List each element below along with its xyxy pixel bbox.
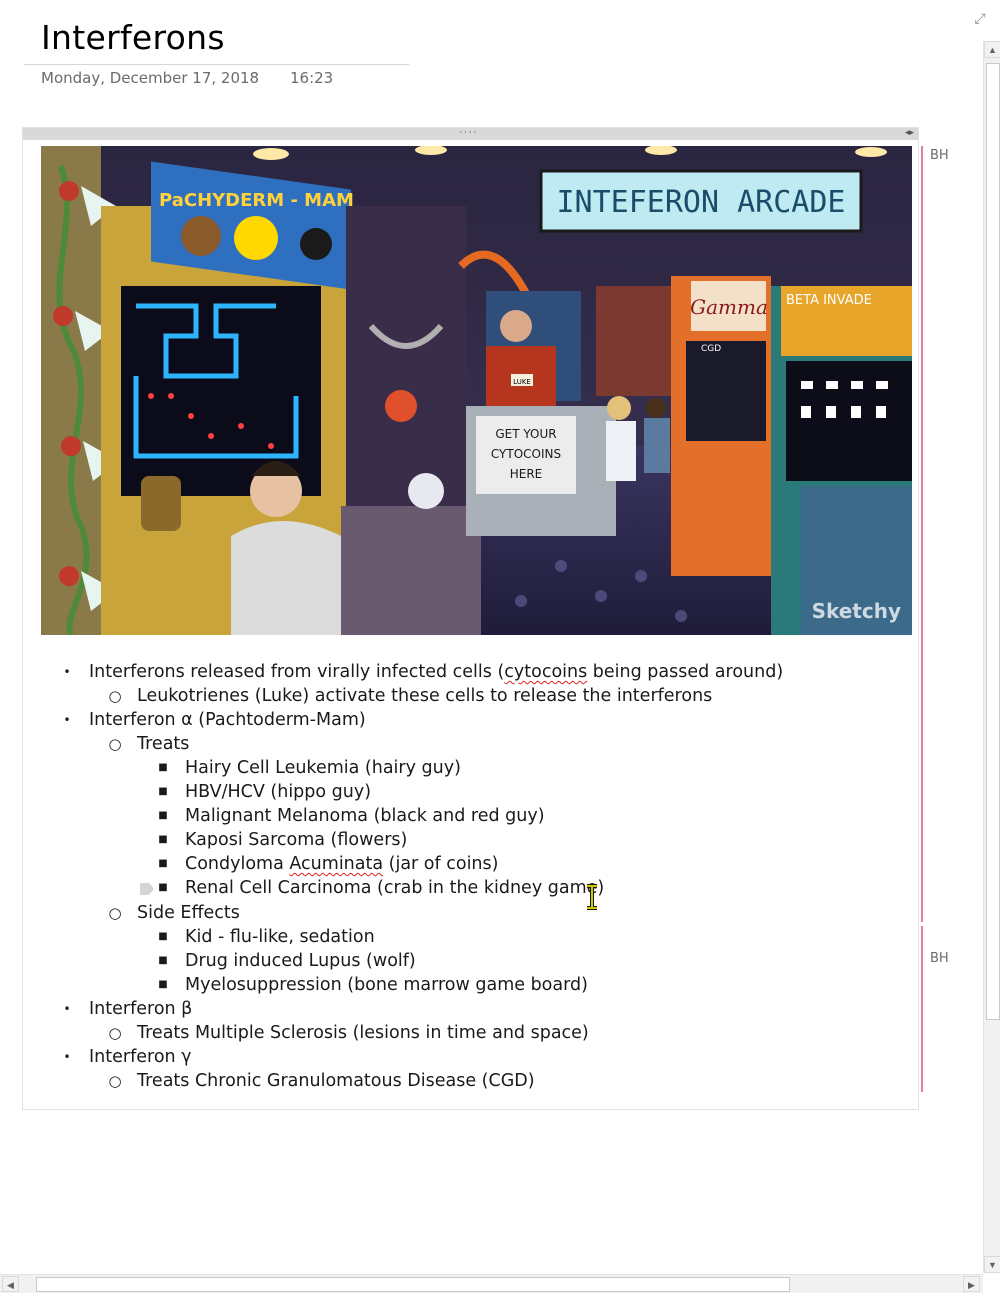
outline-item-level-3[interactable]: ■ Kid - flu-like, sedation bbox=[0, 925, 900, 949]
spelling-error-word[interactable]: Acuminata bbox=[289, 854, 383, 874]
outline-item-level-3[interactable]: ■ Myelosuppression (bone marrow game boar… bbox=[0, 973, 900, 997]
outline-item-level-1[interactable]: • Interferon β bbox=[0, 997, 900, 1021]
author-initials: BH bbox=[930, 148, 949, 163]
page-time: 16:23 bbox=[290, 69, 334, 87]
outline-text: Treats Chronic Granulomatous Disease (CG… bbox=[137, 1071, 535, 1091]
cabinet-right-text: BETA INVADE bbox=[786, 293, 872, 308]
resize-arrows-icon[interactable]: ◂▸ bbox=[905, 127, 914, 138]
bullet-icon: ■ bbox=[158, 834, 168, 845]
outline-text: Interferon γ bbox=[89, 1047, 192, 1067]
bullet-icon: ○ bbox=[108, 687, 122, 705]
outline-item-level-3[interactable]: ■ Malignant Melanoma (black and red guy) bbox=[0, 804, 900, 828]
gamma-logo-text: Gamma bbox=[690, 295, 768, 319]
text-cursor-icon bbox=[587, 884, 597, 910]
author-change-bar bbox=[921, 146, 923, 922]
bullet-icon: ■ bbox=[158, 979, 168, 990]
expand-icon[interactable]: ⤢ bbox=[972, 10, 988, 26]
outline-item-level-1[interactable]: • Interferon γ bbox=[0, 1045, 900, 1069]
arcade-illustration[interactable]: PaCHYDERM - MAM INTEFERON ARCADE LUKE GE… bbox=[41, 146, 912, 635]
outline-item-level-3[interactable]: ■ Kaposi Sarcoma (flowers) bbox=[0, 828, 900, 852]
bullet-icon: • bbox=[63, 1002, 71, 1016]
outline-item-level-3[interactable]: ■ Drug induced Lupus (wolf) bbox=[0, 949, 900, 973]
bullet-icon: ○ bbox=[108, 1072, 122, 1090]
sign-line-1: GET YOUR bbox=[495, 427, 556, 441]
paragraph-handle-icon[interactable] bbox=[139, 882, 155, 896]
horizontal-scroll-thumb[interactable] bbox=[36, 1277, 790, 1292]
outline-text: Leukotrienes (Luke) activate these cells… bbox=[137, 686, 713, 706]
author-change-bar bbox=[921, 926, 923, 1092]
outline-text: Side Effects bbox=[137, 903, 240, 923]
outline-text: Renal Cell Carcinoma (crab in the kidney… bbox=[185, 878, 605, 898]
outline-item-level-3[interactable]: ■ HBV/HCV (hippo guy) bbox=[0, 780, 900, 804]
outline-text: Interferon α (Pachtoderm-Mam) bbox=[89, 710, 366, 730]
bullet-icon: ■ bbox=[158, 931, 168, 942]
outline-text: Treats bbox=[137, 734, 190, 754]
vertical-scrollbar[interactable]: ▲ ▼ bbox=[983, 41, 1000, 1273]
bullet-icon: ○ bbox=[108, 904, 122, 922]
bullet-icon: ○ bbox=[108, 1024, 122, 1042]
outline-text: Interferons released from virally infect… bbox=[89, 662, 784, 682]
watermark-text: Sketchy bbox=[812, 599, 901, 623]
outline-text: Myelosuppression (bone marrow game board… bbox=[185, 975, 588, 995]
scroll-right-icon[interactable]: ▶ bbox=[963, 1276, 980, 1292]
outline-text: Kaposi Sarcoma (flowers) bbox=[185, 830, 408, 850]
outline-item-level-2[interactable]: ○ Side Effects bbox=[0, 901, 900, 925]
page-date: Monday, December 17, 2018 bbox=[41, 69, 260, 87]
outline-item-level-3[interactable]: ■ Condyloma Acuminata (jar of coins) bbox=[0, 852, 900, 876]
scroll-down-icon[interactable]: ▼ bbox=[984, 1256, 1000, 1273]
outline-text: Condyloma Acuminata (jar of coins) bbox=[185, 854, 499, 874]
author-initials: BH bbox=[930, 951, 949, 966]
outline-item-level-1[interactable]: • Interferons released from virally infec… bbox=[0, 660, 900, 684]
drag-handle-icon[interactable]: ···· bbox=[459, 126, 478, 138]
cgd-label-text: CGD bbox=[701, 344, 721, 354]
outline-text: Hairy Cell Leukemia (hairy guy) bbox=[185, 758, 461, 778]
outline-text: Treats Multiple Sclerosis (lesions in ti… bbox=[137, 1023, 589, 1043]
outline-text: Malignant Melanoma (black and red guy) bbox=[185, 806, 545, 826]
bullet-icon: ■ bbox=[158, 786, 168, 797]
name-tag-text: LUKE bbox=[513, 378, 531, 386]
outline-item-level-2[interactable]: ○ Treats Multiple Sclerosis (lesions in t… bbox=[0, 1021, 900, 1045]
bullet-icon: ○ bbox=[108, 735, 122, 753]
outline-text: HBV/HCV (hippo guy) bbox=[185, 782, 372, 802]
outline-text: Kid - flu-like, sedation bbox=[185, 927, 375, 947]
outline-item-level-1[interactable]: • Interferon α (Pachtoderm-Mam) bbox=[0, 708, 900, 732]
bullet-icon: ■ bbox=[158, 762, 168, 773]
scroll-left-icon[interactable]: ◀ bbox=[2, 1276, 19, 1292]
bullet-icon: ■ bbox=[158, 810, 168, 821]
sign-line-3: HERE bbox=[510, 467, 543, 481]
container-drag-bar[interactable]: ···· ◂▸ bbox=[23, 126, 918, 140]
outline-item-level-2[interactable]: ○ Leukotrienes (Luke) activate these cell… bbox=[0, 684, 900, 708]
outline-item-level-3[interactable]: ■ Hairy Cell Leukemia (hairy guy) bbox=[0, 756, 900, 780]
spelling-error-word[interactable]: cytocoins bbox=[504, 662, 587, 682]
outline-text: Interferon β bbox=[89, 999, 193, 1019]
game-title-text: PaCHYDERM - MAM bbox=[159, 190, 354, 211]
sign-line-2: CYTOCOINS bbox=[491, 447, 561, 461]
bullet-icon: ■ bbox=[158, 858, 168, 869]
scroll-up-icon[interactable]: ▲ bbox=[984, 41, 1000, 58]
vertical-scroll-thumb[interactable] bbox=[986, 63, 1000, 1020]
page-title[interactable]: Interferons bbox=[41, 18, 225, 57]
outline-item-level-3[interactable]: ■ Renal Cell Carcinoma (crab in the kidne… bbox=[0, 876, 900, 900]
bullet-icon: ■ bbox=[158, 955, 168, 966]
outline-item-level-2[interactable]: ○ Treats bbox=[0, 732, 900, 756]
horizontal-scrollbar[interactable]: ◀ ▶ bbox=[0, 1274, 983, 1293]
outline-item-level-2[interactable]: ○ Treats Chronic Granulomatous Disease (C… bbox=[0, 1069, 900, 1093]
outline-text: Drug induced Lupus (wolf) bbox=[185, 951, 416, 971]
bullet-icon: • bbox=[63, 665, 71, 679]
bullet-icon: • bbox=[63, 1050, 71, 1064]
banner-text: INTEFERON ARCADE bbox=[557, 185, 846, 220]
bullet-icon: • bbox=[63, 713, 71, 727]
bullet-icon: ■ bbox=[158, 882, 168, 893]
title-divider bbox=[24, 64, 409, 65]
